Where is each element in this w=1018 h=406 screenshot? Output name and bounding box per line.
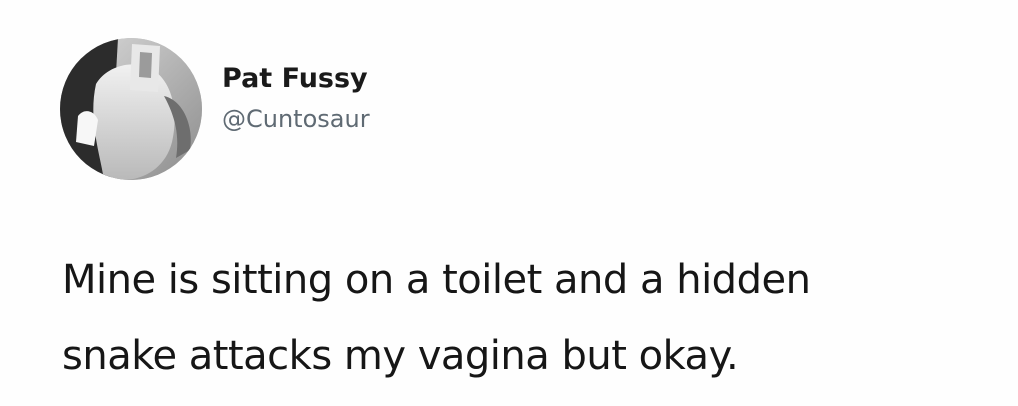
user-handle[interactable]: @Cuntosaur: [222, 104, 370, 134]
display-name[interactable]: Pat Fussy: [222, 62, 370, 96]
profile-photo-icon: [60, 38, 202, 180]
tweet-text-line-2: snake attacks my vagina but okay.: [62, 333, 739, 379]
avatar[interactable]: [60, 38, 202, 180]
tweet-text-line-1: Mine is sitting on a toilet and a hidden: [62, 257, 811, 303]
tweet-text: Mine is sitting on a toilet and a hidden…: [62, 242, 992, 394]
author-block: Pat Fussy @Cuntosaur: [222, 62, 370, 134]
tweet-card: Pat Fussy @Cuntosaur Mine is sitting on …: [0, 0, 1018, 406]
